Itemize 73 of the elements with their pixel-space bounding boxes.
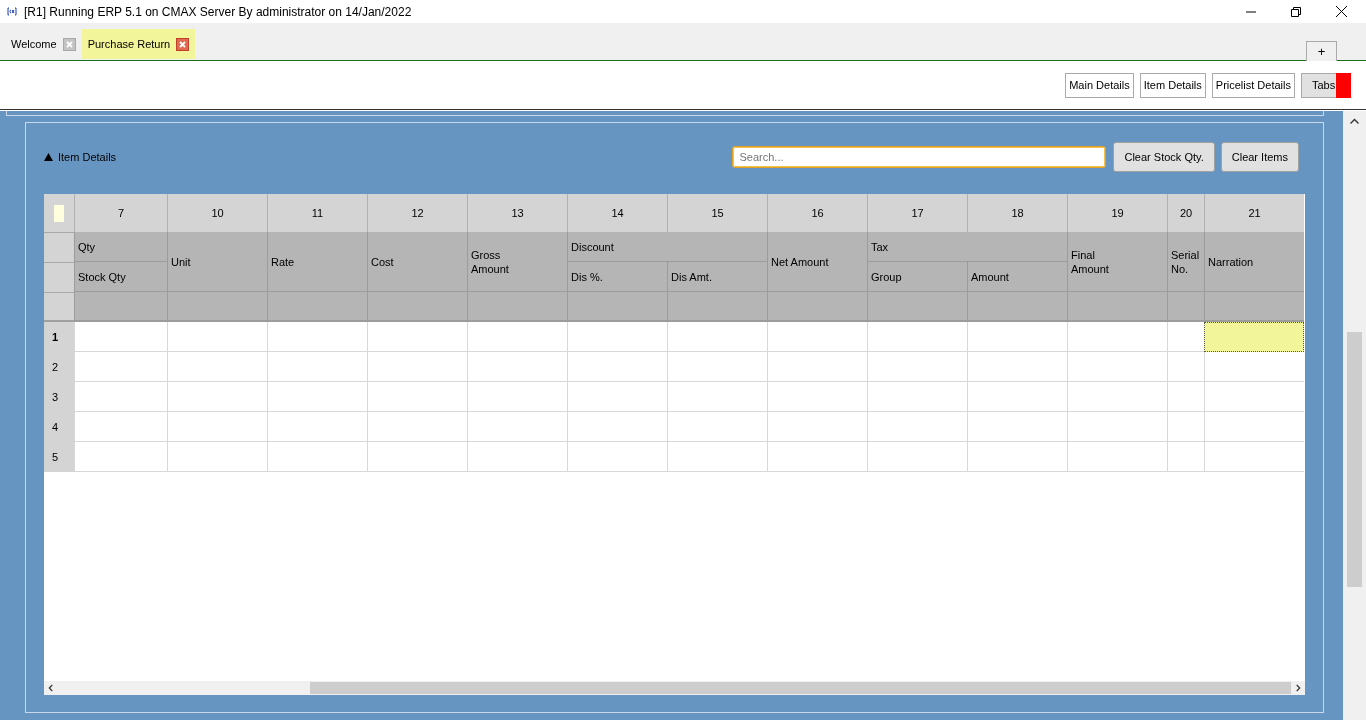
filter-cell[interactable] (967, 292, 1067, 322)
column-number[interactable]: 17 (867, 194, 967, 232)
column-number[interactable]: 11 (267, 194, 367, 232)
column-number[interactable]: 16 (767, 194, 867, 232)
column-header[interactable]: Group (867, 262, 967, 292)
column-group-header: Discount (567, 232, 767, 262)
column-number[interactable]: 13 (467, 194, 567, 232)
column-header[interactable]: Stock Qty (74, 262, 167, 292)
document-tab[interactable]: Welcome (5, 29, 82, 59)
filter-cell[interactable] (1204, 292, 1304, 322)
restore-icon[interactable] (1291, 6, 1301, 17)
toolbar-button[interactable]: Main Details (1065, 72, 1134, 98)
tabs-button[interactable]: Tabs (1301, 72, 1336, 98)
collapse-icon[interactable] (44, 152, 53, 161)
column-header[interactable]: Rate (267, 232, 367, 292)
filter-cell[interactable] (467, 292, 567, 322)
filter-cell[interactable] (1167, 292, 1204, 322)
row-number[interactable]: 4 (44, 412, 74, 442)
filter-cell[interactable] (1067, 292, 1167, 322)
scroll-left-icon[interactable] (48, 684, 54, 692)
column-number[interactable]: 20 (1167, 194, 1204, 232)
filter-cell[interactable] (74, 292, 167, 322)
status-marker (1336, 72, 1351, 98)
column-number[interactable]: 7 (74, 194, 167, 232)
clear-button[interactable]: Clear Items (1220, 141, 1299, 172)
table-cell[interactable] (1204, 322, 1304, 352)
horizontal-scrollbar[interactable] (44, 681, 1305, 695)
window-title: [R1] Running ERP 5.1 on CMAX Server By administrator on 14/Jan/2022 (24, 4, 412, 19)
filter-cell[interactable] (367, 292, 467, 322)
scroll-thumb[interactable] (310, 682, 1291, 694)
column-number[interactable]: 15 (667, 194, 767, 232)
new-tab-button[interactable]: + (1306, 41, 1337, 61)
scroll-thumb[interactable] (1347, 332, 1362, 587)
column-group-header: Tax (867, 232, 1067, 262)
row-number[interactable]: 5 (44, 442, 74, 472)
filter-cell[interactable] (167, 292, 267, 322)
filter-cell[interactable] (867, 292, 967, 322)
column-header[interactable]: Unit (167, 232, 267, 292)
column-header[interactable]: Final Amount (1067, 232, 1167, 292)
column-number[interactable]: 19 (1067, 194, 1167, 232)
filter-cell[interactable] (267, 292, 367, 322)
scroll-right-icon[interactable] (1295, 684, 1301, 692)
column-header[interactable]: Net Amount (767, 232, 867, 292)
column-header[interactable]: Gross Amount (467, 232, 567, 292)
column-header[interactable]: Dis %. (567, 262, 667, 292)
column-header[interactable]: Dis Amt. (667, 262, 767, 292)
toolbar-button[interactable]: Item Details (1139, 72, 1206, 98)
column-number[interactable]: 12 (367, 194, 467, 232)
vertical-scrollbar[interactable] (1343, 111, 1366, 720)
column-header[interactable]: Amount (967, 262, 1067, 292)
column-header[interactable]: Serial No. (1167, 232, 1204, 292)
row-number[interactable]: 1 (44, 322, 74, 352)
column-header[interactable]: Narration (1204, 232, 1304, 292)
document-tab[interactable]: Purchase Return (81, 29, 196, 59)
clear-button[interactable]: Clear Stock Qty. (1113, 141, 1215, 172)
filter-cell[interactable] (767, 292, 867, 322)
toolbar-button[interactable]: Pricelist Details (1211, 72, 1295, 98)
row-marker-icon (54, 204, 64, 222)
row-number[interactable]: 3 (44, 382, 74, 412)
filter-cell[interactable] (567, 292, 667, 322)
search-field[interactable]: Search... (732, 145, 1107, 168)
column-number[interactable]: 14 (567, 194, 667, 232)
app-icon (6, 7, 18, 16)
row-number[interactable]: 2 (44, 352, 74, 382)
close-icon[interactable] (1336, 6, 1347, 17)
column-group-header: Qty (74, 232, 167, 262)
column-number[interactable]: 10 (167, 194, 267, 232)
column-header[interactable]: Cost (367, 232, 467, 292)
section-toggle[interactable]: Item Details (44, 150, 117, 163)
column-number[interactable]: 18 (967, 194, 1067, 232)
scroll-up-icon[interactable] (1350, 118, 1359, 124)
column-number[interactable]: 21 (1204, 194, 1304, 232)
filter-cell[interactable] (667, 292, 767, 322)
